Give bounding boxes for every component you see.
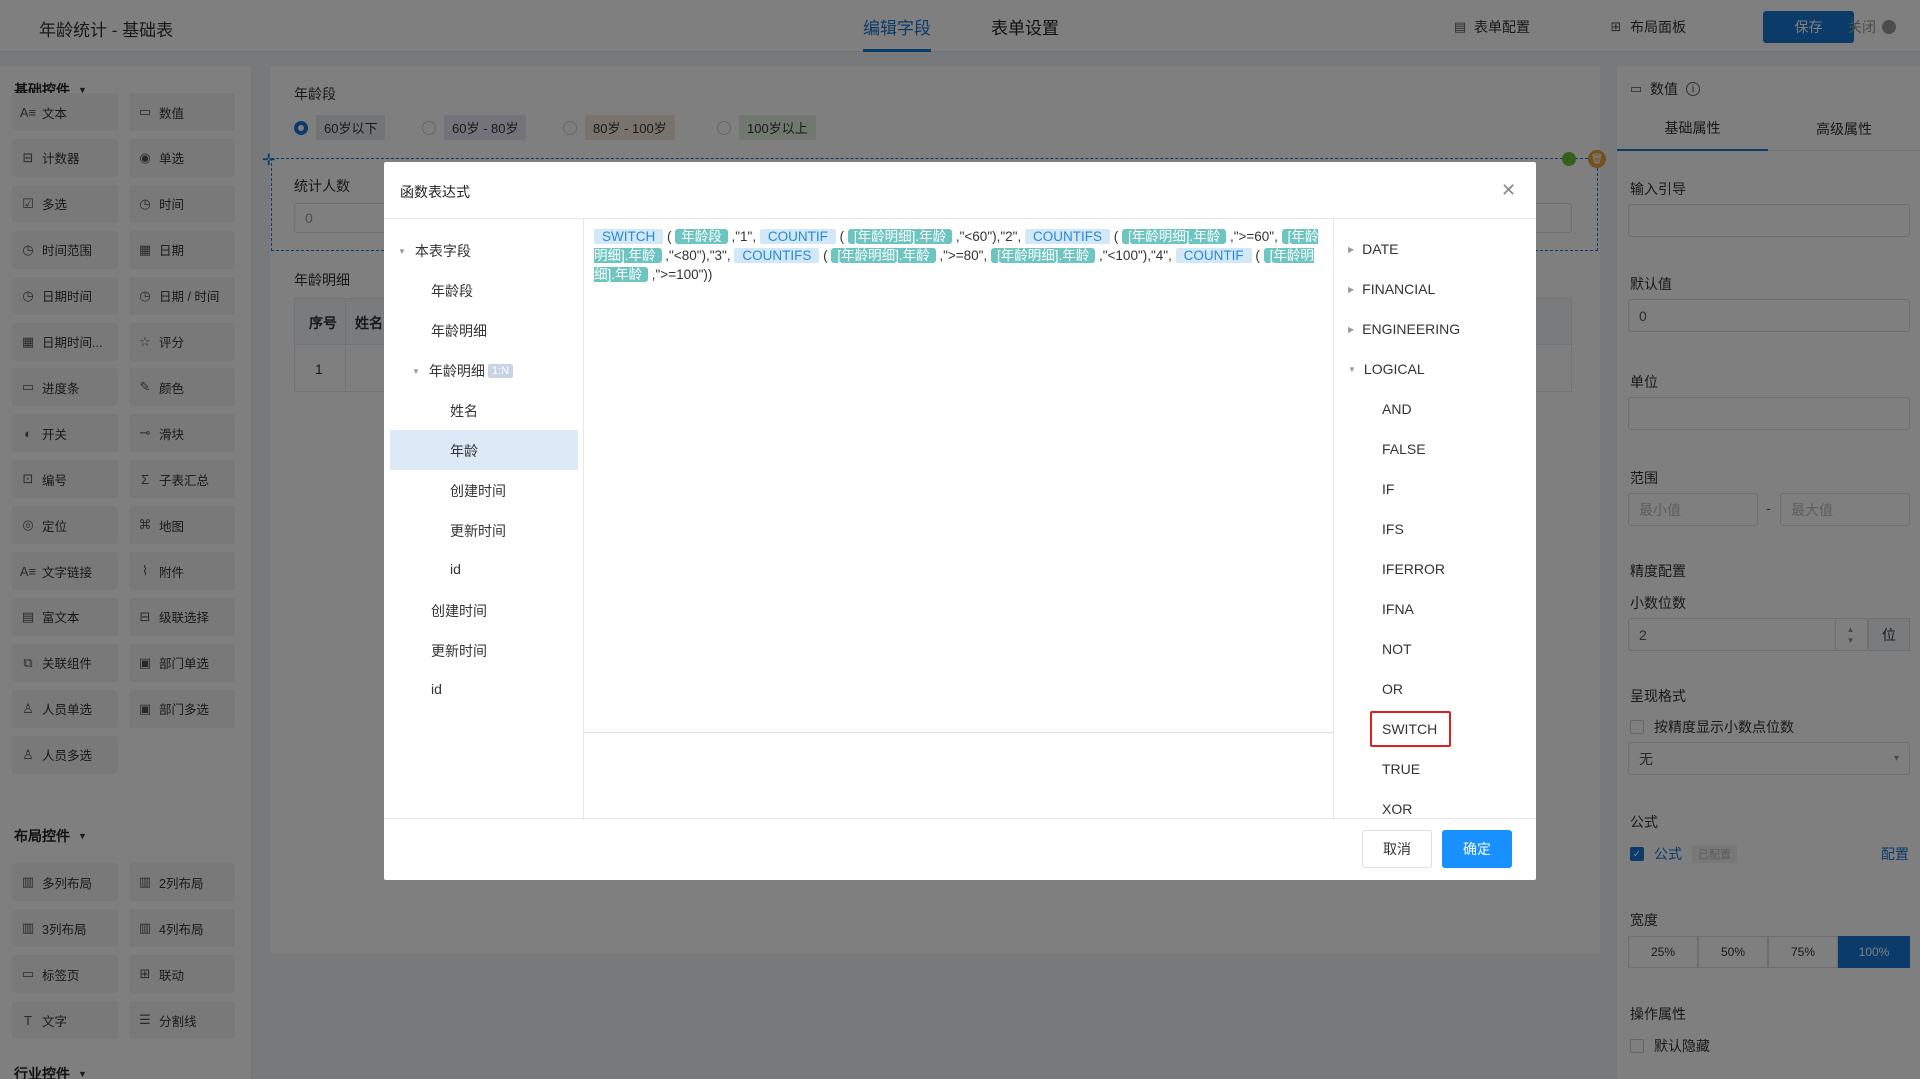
- formula-function-token[interactable]: SWITCH: [594, 229, 664, 244]
- formula-text: (: [819, 248, 832, 263]
- formula-field-token[interactable]: 年龄段: [675, 229, 728, 244]
- tree-node-label: 年龄明细: [431, 323, 487, 339]
- formula-text: (: [663, 229, 676, 244]
- formula-editor[interactable]: SWITCH ( 年龄段 ,"1", COUNTIF ( [年龄明细].年龄 ,…: [584, 219, 1334, 820]
- switch-highlight-box: [1370, 711, 1451, 747]
- editor-divider: [584, 732, 1334, 733]
- function-item[interactable]: IFS: [1382, 521, 1404, 537]
- function-item[interactable]: NOT: [1382, 641, 1412, 657]
- function-group[interactable]: ▶ DATE: [1348, 241, 1398, 257]
- tree-node-label: 年龄明细: [428, 363, 485, 379]
- close-icon[interactable]: ✕: [1501, 180, 1516, 201]
- function-group[interactable]: ▶ ENGINEERING: [1348, 321, 1460, 337]
- formula-text: ,">=100")): [648, 267, 713, 282]
- tree-node[interactable]: 创建时间: [431, 601, 487, 621]
- formula-text: ,"<80"),"3",: [661, 248, 735, 263]
- formula-function-token[interactable]: COUNTIF: [1175, 248, 1252, 263]
- tree-node[interactable]: id: [450, 561, 461, 577]
- tree-node-label: 创建时间: [431, 603, 487, 619]
- tree-node[interactable]: 年龄: [450, 441, 478, 461]
- function-item[interactable]: IF: [1382, 481, 1394, 497]
- field-tree: ▼ 本表字段 年龄段 年龄明细 ▼ 年龄明细 1:N 姓名 年龄 创建时间 更新时间 id 创建时间 更新…: [384, 219, 584, 820]
- confirm-button[interactable]: 确定: [1442, 830, 1512, 868]
- tree-node[interactable]: id: [431, 681, 442, 697]
- function-group-label: LOGICAL: [1363, 361, 1425, 377]
- formula-expression[interactable]: SWITCH ( 年龄段 ,"1", COUNTIF ( [年龄明细].年龄 ,…: [594, 227, 1324, 284]
- formula-field-token[interactable]: [年龄明细].年龄: [831, 248, 936, 263]
- function-group-label: DATE: [1362, 241, 1399, 257]
- formula-text: (: [1251, 248, 1264, 263]
- tree-node-label: id: [450, 561, 461, 577]
- function-group[interactable]: ▶ FINANCIAL: [1348, 281, 1435, 297]
- function-group-label: ENGINEERING: [1362, 321, 1461, 337]
- tree-node[interactable]: 姓名: [450, 401, 478, 421]
- formula-text: ,"<60"),"2",: [952, 229, 1025, 244]
- tree-node[interactable]: 更新时间: [450, 521, 506, 541]
- formula-text: ,">=80",: [935, 248, 991, 263]
- tree-node[interactable]: 年龄明细: [431, 321, 487, 341]
- tree-root-label: 本表字段: [414, 243, 471, 259]
- tree-node-label: id: [431, 681, 442, 697]
- formula-text: ,"<100"),"4",: [1095, 248, 1176, 263]
- function-item[interactable]: AND: [1382, 401, 1412, 417]
- tree-node-label: 更新时间: [450, 523, 506, 539]
- formula-text: ,"1",: [727, 229, 760, 244]
- formula-text: (: [1109, 229, 1122, 244]
- tree-node[interactable]: 更新时间: [431, 641, 487, 661]
- formula-text: ,">=60",: [1226, 229, 1282, 244]
- dialog-title: 函数表达式: [400, 184, 470, 200]
- dialog-body: ▼ 本表字段 年龄段 年龄明细 ▼ 年龄明细 1:N 姓名 年龄 创建时间 更新时间 id 创建时间 更新…: [384, 218, 1536, 820]
- function-item[interactable]: IFERROR: [1382, 561, 1445, 577]
- caret-down-icon: ▼: [412, 366, 420, 376]
- tree-node-label: 姓名: [450, 403, 478, 419]
- caret-right-icon: ▶: [1348, 324, 1355, 334]
- formula-function-token[interactable]: COUNTIFS: [734, 248, 820, 263]
- function-item[interactable]: XOR: [1382, 801, 1412, 817]
- tree-node-label: 更新时间: [431, 643, 487, 659]
- formula-field-token[interactable]: [年龄明细].年龄: [847, 229, 953, 244]
- tree-node-label: 年龄: [450, 443, 478, 459]
- function-item[interactable]: FALSE: [1382, 441, 1426, 457]
- formula-dialog: 函数表达式 ✕ ▼ 本表字段 年龄段 年龄明细 ▼ 年龄明细 1:N 姓名 年龄 创建时间 更新时间…: [384, 162, 1536, 880]
- caret-down-icon: ▼: [1348, 364, 1356, 374]
- tree-node[interactable]: ▼ 年龄明细 1:N: [412, 361, 514, 381]
- formula-field-token[interactable]: [年龄明细].年龄: [1121, 229, 1227, 244]
- formula-field-token[interactable]: [年龄明细].年龄: [990, 248, 1096, 263]
- caret-right-icon: ▶: [1348, 244, 1355, 254]
- formula-function-token[interactable]: COUNTIF: [759, 229, 836, 244]
- tree-selection-highlight: [390, 430, 578, 470]
- function-item[interactable]: TRUE: [1382, 761, 1420, 777]
- function-group-label: FINANCIAL: [1362, 281, 1436, 297]
- function-group[interactable]: ▼ LOGICAL: [1348, 361, 1425, 377]
- caret-down-icon: ▼: [398, 246, 406, 256]
- tree-node[interactable]: 年龄段: [431, 281, 473, 301]
- caret-right-icon: ▶: [1348, 284, 1355, 294]
- formula-text: (: [835, 229, 848, 244]
- formula-function-token[interactable]: COUNTIFS: [1024, 229, 1110, 244]
- tree-node[interactable]: 创建时间: [450, 481, 506, 501]
- tree-root[interactable]: ▼ 本表字段: [398, 241, 471, 261]
- tree-node-label: 年龄段: [431, 283, 473, 299]
- tree-node-label: 创建时间: [450, 483, 506, 499]
- function-item[interactable]: OR: [1382, 681, 1403, 697]
- cancel-button[interactable]: 取消: [1362, 830, 1432, 868]
- function-item[interactable]: IFNA: [1382, 601, 1414, 617]
- relation-badge: 1:N: [487, 364, 514, 378]
